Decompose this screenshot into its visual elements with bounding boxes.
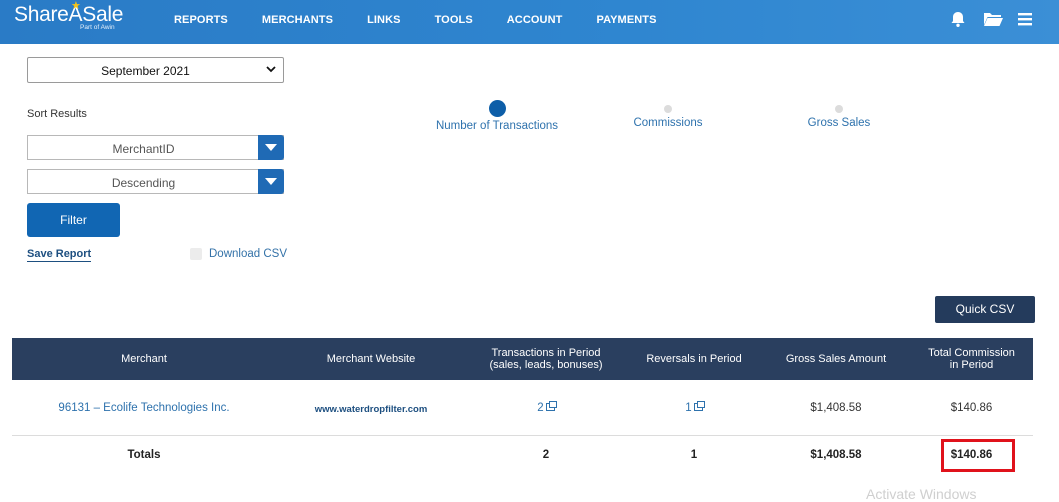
download-csv-label[interactable]: Download CSV — [209, 248, 287, 260]
transactions-cell: 2 — [466, 401, 626, 414]
metric-commissions[interactable]: Commissions — [628, 100, 708, 129]
table-header: Merchant Merchant Website Transactions i… — [12, 338, 1033, 380]
col-gross-sales[interactable]: Gross Sales Amount — [762, 338, 910, 380]
nav-account[interactable]: ACCOUNT — [507, 14, 563, 26]
col-commission-line1: Total Commission — [928, 347, 1015, 359]
shareasale-logo[interactable]: ShareASale ★ Part of Awin — [14, 0, 123, 31]
totals-label: Totals — [127, 449, 161, 461]
commission-highlight-box — [941, 439, 1015, 472]
nav-tools[interactable]: TOOLS — [435, 14, 473, 26]
merchant-name-link[interactable]: 96131 – Ecolife Technologies Inc. — [12, 402, 276, 414]
table-row: 96131 – Ecolife Technologies Inc. www.wa… — [12, 380, 1033, 436]
totals-transactions: 2 — [542, 449, 550, 461]
col-transactions[interactable]: Transactions in Period (sales, leads, bo… — [466, 338, 626, 380]
col-merchant[interactable]: Merchant — [12, 338, 276, 380]
filter-button[interactable]: Filter — [27, 203, 120, 237]
save-report-link[interactable]: Save Report — [27, 248, 92, 262]
merchant-report-table: Merchant Merchant Website Transactions i… — [12, 338, 1033, 472]
reversals-cell: 1 — [626, 401, 762, 414]
col-reversals[interactable]: Reversals in Period — [626, 338, 762, 380]
activate-windows-watermark: Activate Windows — [866, 486, 977, 502]
month-select[interactable]: September 2021 — [27, 57, 284, 83]
metric-dot — [664, 105, 672, 113]
nav-links[interactable]: LINKS — [367, 14, 401, 26]
sort-by-value: MerchantID — [112, 142, 175, 156]
transactions-link[interactable]: 2 — [537, 402, 543, 414]
totals-reversals: 1 — [690, 449, 698, 461]
caret-down-icon — [265, 178, 277, 185]
col-total-commission[interactable]: Total Commission in Period — [910, 338, 1033, 380]
metric-selected-dot — [488, 100, 506, 117]
metric-gross-sales[interactable]: Gross Sales — [803, 100, 875, 129]
download-csv-checkbox[interactable] — [190, 248, 202, 260]
metric-label: Number of Transactions — [435, 120, 559, 132]
popup-icon[interactable] — [693, 401, 705, 411]
month-select-value: September 2021 — [101, 64, 190, 78]
merchant-website-link[interactable]: www.waterdropfilter.com — [276, 404, 466, 415]
commission-cell: $140.86 — [950, 402, 993, 414]
metric-label: Commissions — [633, 117, 703, 129]
sort-order-value: Descending — [111, 176, 176, 190]
sort-by-dropdown-button[interactable] — [258, 135, 284, 160]
sort-order-dropdown[interactable]: Descending — [27, 169, 284, 194]
metric-dot — [835, 105, 843, 113]
main-nav: REPORTS MERCHANTS LINKS TOOLS ACCOUNT PA… — [174, 14, 691, 26]
nav-payments[interactable]: PAYMENTS — [596, 14, 656, 26]
gross-sales-cell: $1,408.58 — [810, 402, 862, 414]
totals-row: Totals 2 1 $1,408.58 $140.86 — [12, 436, 1033, 472]
popup-icon[interactable] — [545, 401, 557, 411]
nav-icon-group — [949, 10, 1037, 28]
logo-subtitle: Part of Awin — [80, 24, 115, 31]
nav-reports[interactable]: REPORTS — [174, 14, 228, 26]
chevron-down-icon — [266, 66, 276, 73]
top-navigation-bar: ShareASale ★ Part of Awin REPORTS MERCHA… — [0, 0, 1059, 44]
menu-icon[interactable] — [1017, 10, 1037, 28]
quick-csv-button[interactable]: Quick CSV — [935, 296, 1035, 323]
col-transactions-line1: Transactions in Period — [491, 347, 601, 359]
col-merchant-website[interactable]: Merchant Website — [276, 338, 466, 380]
col-transactions-line2: (sales, leads, bonuses) — [489, 359, 603, 371]
caret-down-icon — [265, 144, 277, 151]
col-commission-line2: in Period — [949, 359, 994, 371]
folder-icon[interactable] — [983, 10, 1003, 28]
sort-order-dropdown-button[interactable] — [258, 169, 284, 194]
bell-icon[interactable] — [949, 10, 969, 28]
sort-results-label: Sort Results — [27, 108, 87, 120]
metric-number-of-transactions[interactable]: Number of Transactions — [434, 100, 560, 132]
nav-merchants[interactable]: MERCHANTS — [262, 14, 333, 26]
star-icon: ★ — [71, 0, 81, 12]
reversals-link[interactable]: 1 — [685, 402, 691, 414]
sort-by-dropdown[interactable]: MerchantID — [27, 135, 284, 160]
totals-gross-sales: $1,408.58 — [810, 449, 862, 461]
metric-label: Gross Sales — [807, 117, 871, 129]
